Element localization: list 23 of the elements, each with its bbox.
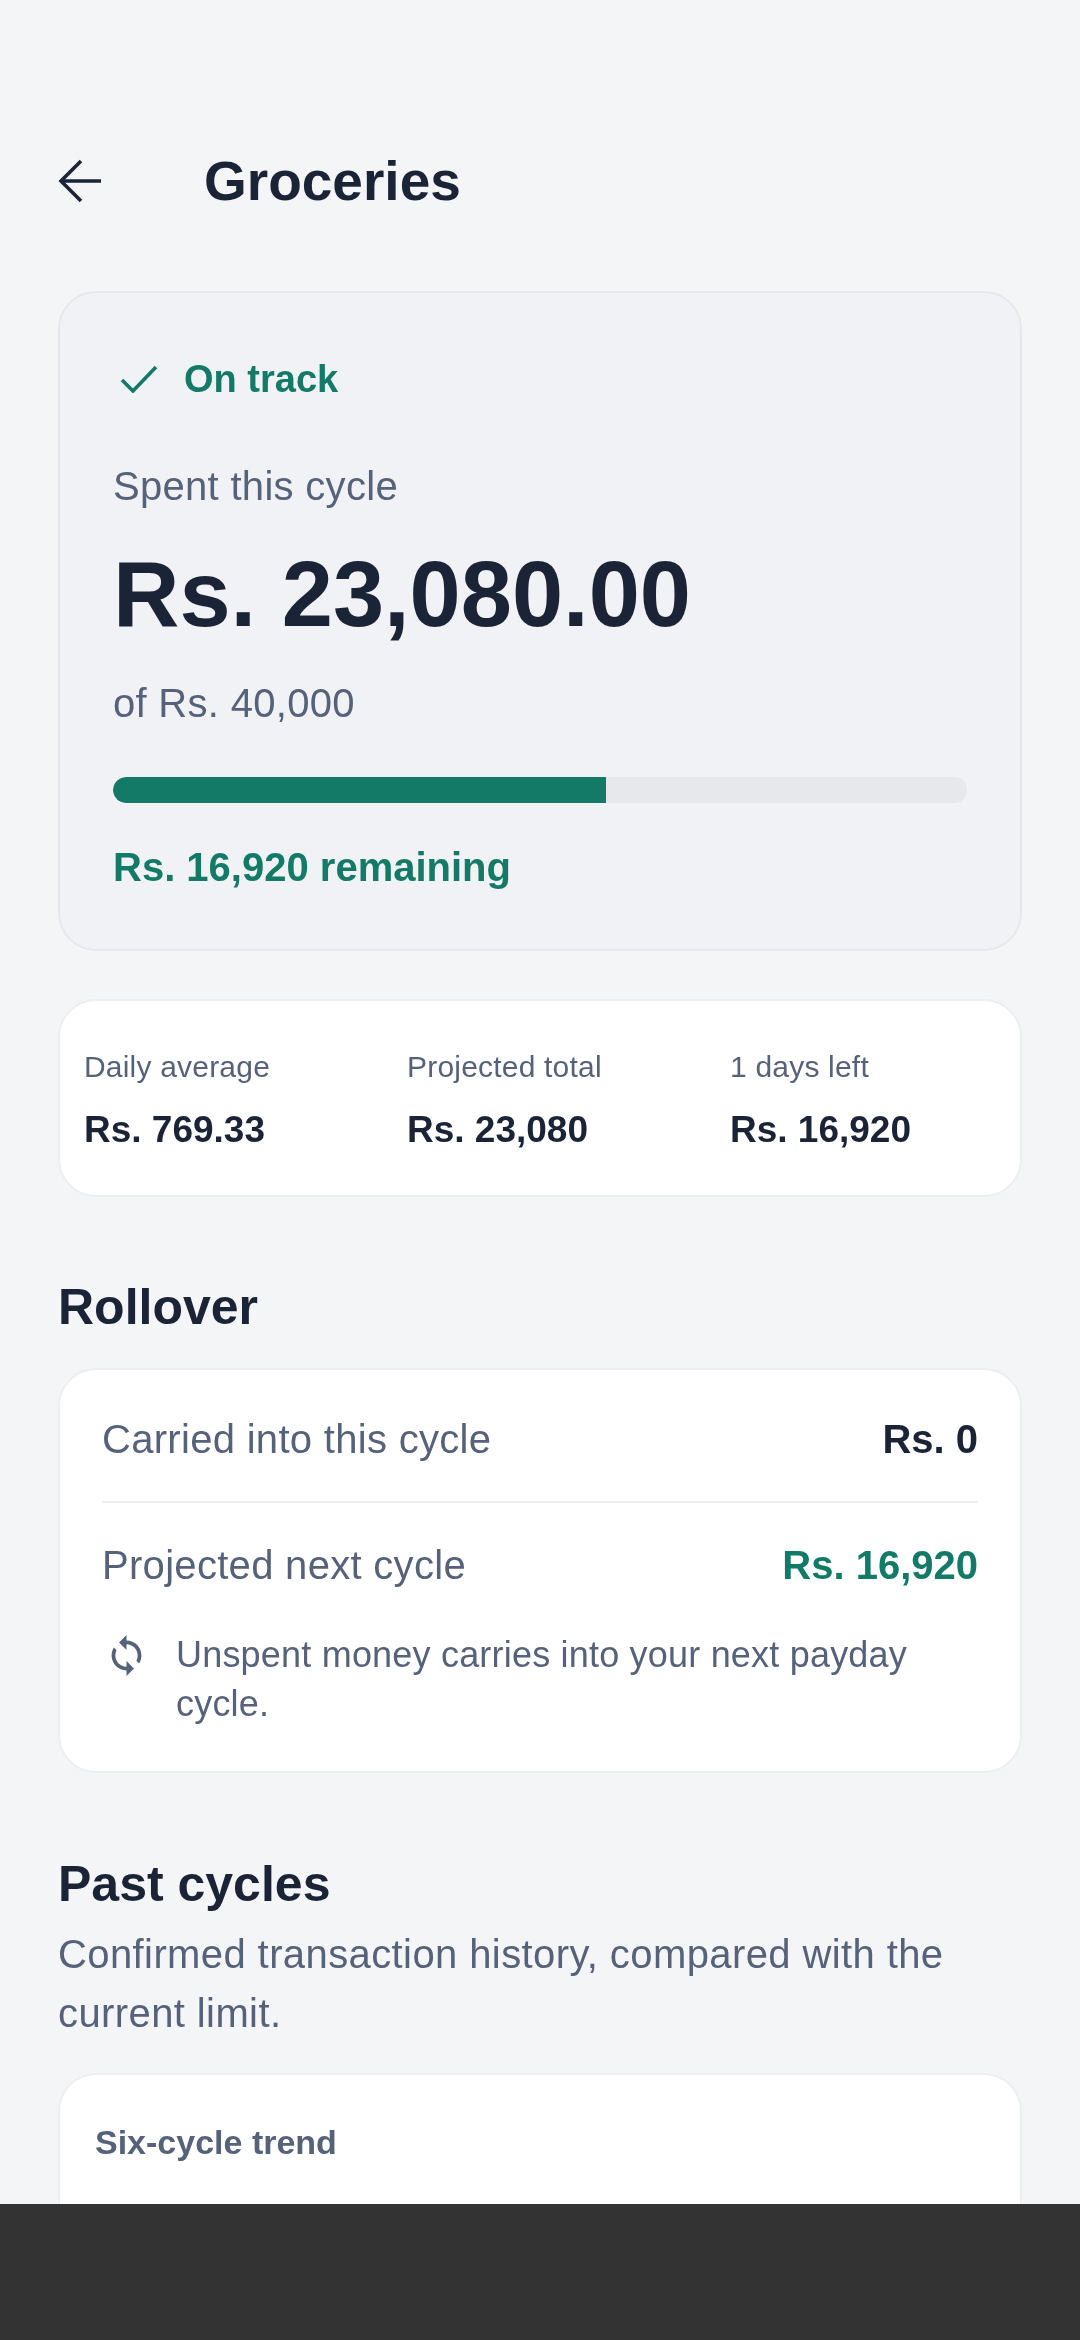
stat-value: Rs. 16,920: [730, 1108, 912, 1152]
spent-amount: Rs. 23,080.00: [113, 542, 691, 647]
section-title: Rollover: [58, 1278, 259, 1337]
remaining-amount: Rs. 16,920 remaining: [113, 844, 511, 891]
note-text: Unspent money carries into your next payday cycle.: [176, 1633, 908, 1726]
stat-value: Rs. 23,080: [407, 1108, 589, 1152]
limit-text: of Rs. 40,000: [113, 680, 355, 727]
section-subtitle: Confirmed transaction history, compared with the current limit.: [58, 1931, 945, 2037]
stat-label: Daily average: [84, 1049, 271, 1085]
refresh-icon: [109, 1635, 144, 1676]
spent-label: Spent this cycle: [113, 463, 398, 510]
row-label: Carried into this cycle: [102, 1416, 492, 1463]
page-title: Groceries: [204, 149, 461, 214]
status-label: On track: [184, 357, 339, 402]
row-value: Rs. 0: [882, 1416, 978, 1463]
stat-value: Rs. 769.33: [84, 1108, 266, 1152]
stat-label: 1 days left: [730, 1049, 869, 1085]
back-button[interactable]: [58, 158, 102, 204]
stat-label: Projected total: [407, 1049, 602, 1085]
chart-title: Six-cycle trend: [95, 2122, 337, 2162]
section-title: Past cycles: [58, 1855, 331, 1914]
row-value: Rs. 16,920: [782, 1542, 978, 1589]
row-label: Projected next cycle: [102, 1542, 466, 1589]
